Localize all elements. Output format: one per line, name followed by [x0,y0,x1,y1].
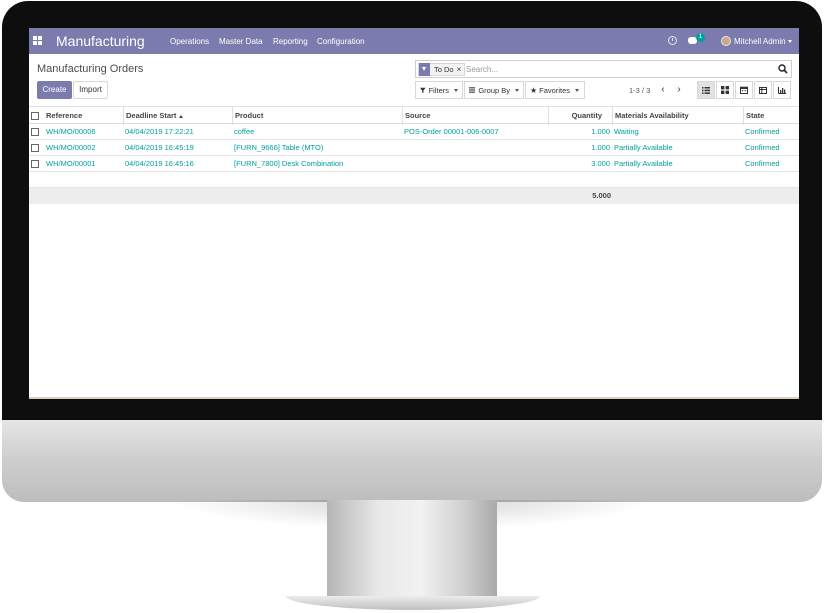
screen-bottom-edge [29,397,799,399]
search-icon[interactable] [778,64,788,74]
table-row[interactable]: WH/MO/00002 04/04/2019 16:45:19 [FURN_96… [29,140,799,156]
caret-down-icon [454,88,458,92]
cell-product: coffee [234,127,255,136]
group-by-dropdown[interactable]: Group By [464,81,524,99]
column-header-deadline[interactable]: Deadline Start [123,107,232,125]
menu-operations[interactable]: Operations [170,37,209,46]
caret-down-icon [515,88,519,92]
cell-availability: Waiting [614,127,639,136]
column-header-quantity[interactable]: Quantity [548,107,612,125]
cell-source [404,140,548,156]
filter-icon [419,62,430,76]
monitor-chin [2,420,822,502]
favorites-dropdown[interactable]: ★ Favorites [525,81,585,99]
cell-deadline: 04/04/2019 16:45:16 [125,159,194,168]
quantity-total: 5.000 [592,191,611,200]
pager-next-icon[interactable]: › [673,83,685,97]
cell-quantity: 1.000 [591,143,610,152]
breadcrumb-title: Manufacturing Orders [37,63,144,75]
menu-master-data[interactable]: Master Data [219,37,263,46]
column-header-source[interactable]: Source [402,107,548,125]
search-input[interactable] [466,62,771,76]
create-button[interactable]: Create [37,81,72,99]
menu-configuration[interactable]: Configuration [317,37,365,46]
column-header-reference[interactable]: Reference [43,107,123,125]
facet-remove-icon[interactable]: × [457,65,465,74]
column-header-deadline-label: Deadline Start [126,111,177,120]
empty-row [29,172,799,188]
cell-availability: Partially Available [614,143,673,152]
row-checkbox[interactable] [31,160,39,168]
cell-quantity: 1.000 [591,127,610,136]
facet-label: To Do [434,65,454,74]
pager-previous-icon[interactable]: ‹ [657,83,669,97]
funnel-icon [420,87,426,93]
list-icon [702,86,710,94]
favorites-label: Favorites [539,85,571,95]
pivot-icon [759,86,767,94]
row-checkbox[interactable] [31,144,39,152]
column-header-state[interactable]: State [743,107,799,125]
caret-down-icon [575,88,580,92]
search-facet-todo[interactable]: To Do × [418,62,466,76]
chat-count-badge: 1 [696,33,705,42]
graph-icon [778,86,786,94]
bars-icon [469,87,476,93]
import-button[interactable]: Import [73,81,108,99]
column-header-product[interactable]: Product [232,107,402,125]
cell-product: [FURN_9666] Table (MTO) [234,143,324,152]
list-view-table: Reference Deadline Start Product Source … [29,106,799,204]
star-icon: ★ [530,85,538,95]
column-header-availability[interactable]: Materials Availability [612,107,743,125]
row-checkbox[interactable] [31,128,39,136]
view-calendar-button[interactable] [735,81,753,99]
calendar-icon [740,86,748,94]
table-footer-row: 5.000 [29,188,799,204]
monitor-stand-foot [286,596,540,610]
table-row[interactable]: WH/MO/00006 04/04/2019 17:22:21 coffee P… [29,124,799,140]
monitor-stand [327,500,497,598]
filters-label: Filters [428,85,449,95]
cell-product: [FURN_7800] Desk Combination [234,159,344,168]
screen: Manufacturing Operations Master Data Rep… [29,28,799,399]
search-view[interactable]: To Do × [415,60,792,78]
view-pivot-button[interactable] [754,81,772,99]
user-avatar[interactable] [721,36,731,46]
pager-value[interactable]: 1-3 / 3 [629,86,650,95]
select-all-checkbox[interactable] [31,112,39,120]
cell-state: Confirmed [745,127,780,136]
cell-reference: WH/MO/00002 [46,143,96,152]
apps-menu-icon[interactable] [33,36,42,45]
view-list-button[interactable] [697,81,715,99]
user-menu-caret-icon[interactable] [788,40,792,43]
cell-reference: WH/MO/00001 [46,159,96,168]
cell-state: Confirmed [745,159,780,168]
table-header-row: Reference Deadline Start Product Source … [29,106,799,125]
activity-clock-icon[interactable] [668,36,677,45]
cell-availability: Partially Available [614,159,673,168]
group-by-label: Group By [478,85,510,95]
kanban-icon [721,86,729,94]
top-navbar: Manufacturing Operations Master Data Rep… [29,28,799,54]
filters-dropdown[interactable]: Filters [415,81,463,99]
cell-state: Confirmed [745,143,780,152]
cell-deadline: 04/04/2019 16:45:19 [125,143,194,152]
cell-reference: WH/MO/00006 [46,127,96,136]
menu-reporting[interactable]: Reporting [273,37,308,46]
app-brand[interactable]: Manufacturing [56,33,145,49]
view-kanban-button[interactable] [716,81,734,99]
cell-quantity: 3.000 [591,159,610,168]
view-graph-button[interactable] [773,81,791,99]
cell-source [404,156,548,172]
user-menu[interactable]: Mitchell Admin [734,37,786,46]
cell-deadline: 04/04/2019 17:22:21 [125,127,194,136]
sort-ascending-icon [179,114,184,118]
cell-source: POS-Order 00001-006-0007 [404,127,499,136]
table-row[interactable]: WH/MO/00001 04/04/2019 16:45:16 [FURN_78… [29,156,799,172]
